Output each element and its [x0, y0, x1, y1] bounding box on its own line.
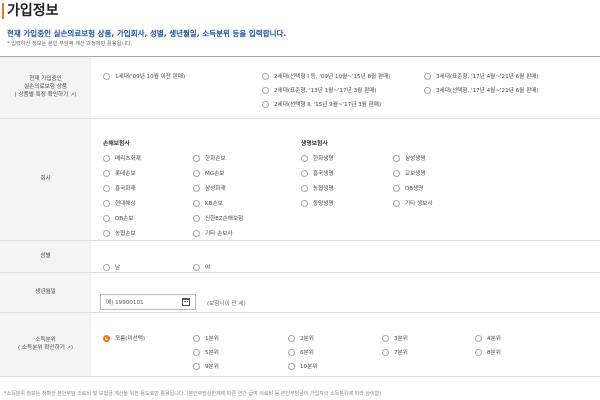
radio-company[interactable]: 메리츠화재 — [103, 154, 141, 162]
product-head-line1: 현재 가입중인 — [29, 76, 62, 83]
radio-income[interactable]: 10분위 — [288, 362, 317, 370]
title-accent-bar — [2, 3, 4, 19]
radio-company[interactable]: 기타 생보사 — [393, 199, 433, 207]
row-birth: 생년월일 — [0, 273, 600, 313]
page-subtitle: 현재 가입중인 실손의료보험 상품, 가입회사, 성별, 생년월일, 소득분위 … — [7, 29, 287, 38]
radio-product-1[interactable]: 1세대('09년 10월 이전 판매) — [103, 72, 185, 80]
radio-company[interactable]: KB손보 — [193, 199, 223, 207]
row-head-product: 현재 가입중인 실손의료보험 상품 ( 상품별 특징 확인하기 ↗) — [0, 57, 91, 118]
gender-head: 성별 — [40, 253, 51, 260]
radio-gender-male[interactable]: 남 — [103, 263, 120, 271]
radio-circle[interactable] — [103, 72, 110, 80]
radio-income-unknown[interactable]: 모름(미선택) — [103, 334, 145, 342]
bottom-note: *소득분위 정보는 정확한 본인부담 의료비 및 보험금 계산을 위한 용도로만… — [4, 391, 382, 397]
product-feature-link[interactable]: ( 상품별 특징 확인하기 ↗) — [14, 91, 76, 99]
radio-circle[interactable] — [262, 72, 269, 80]
radio-company[interactable]: 교보생명 — [393, 169, 426, 177]
radio-gender-female[interactable]: 여 — [193, 263, 210, 271]
birth-date-placeholder: 예) 19900101 — [106, 300, 144, 306]
radio-circle[interactable] — [262, 100, 269, 108]
radio-circle[interactable] — [424, 86, 431, 94]
insurance-age-text: (보험나이 만 세) — [207, 301, 246, 307]
life-insurer-title: 생명보험사 — [301, 141, 328, 147]
radio-company[interactable]: 신한EZ손해보험 — [193, 214, 243, 222]
radio-income[interactable]: 6분위 — [288, 348, 314, 356]
row-head-company: 회사 — [0, 119, 91, 240]
non-life-insurer-title: 손해보험사 — [103, 141, 130, 147]
birth-date-input[interactable]: 예) 19900101 — [100, 294, 196, 310]
income-check-link[interactable]: ( 소득분위 확인하기 ↗) — [18, 344, 73, 352]
radio-company[interactable]: 동양생명 — [301, 199, 334, 207]
radio-company[interactable]: 현대해상 — [103, 199, 136, 207]
radio-income[interactable]: 8분위 — [475, 348, 501, 356]
radio-company[interactable]: 흥국생명 — [301, 169, 334, 177]
radio-company[interactable]: 농협생명 — [301, 184, 334, 192]
product-head-line2: 실손의료보험 상품 — [24, 84, 67, 91]
radio-product-3[interactable]: 3세대(표준형, '17년 4월~'21년 6월 판매) — [424, 72, 539, 80]
row-company: 회사 — [0, 119, 600, 241]
calendar-icon[interactable] — [182, 298, 190, 306]
radio-income[interactable]: 5분위 — [193, 348, 219, 356]
row-gender: 성별 — [0, 241, 600, 273]
radio-income[interactable]: 7분위 — [382, 348, 408, 356]
radio-company[interactable]: 한화생명 — [301, 154, 334, 162]
income-head: 소득분위 — [35, 337, 56, 344]
radio-product-2[interactable]: 2세대(선택형 Ⅰ 등, '09년 10월~'15년 8월 판매) — [262, 72, 390, 80]
radio-income[interactable]: 4분위 — [475, 334, 501, 342]
radio-product-4[interactable]: 2세대(표준형, '13년 1월~'17년 3월 판매) — [262, 86, 377, 94]
radio-company[interactable]: 삼성생명 — [393, 154, 426, 162]
radio-company[interactable]: 삼성화재 — [193, 184, 226, 192]
radio-company[interactable]: 한화손보 — [193, 154, 226, 162]
birth-head: 생년월일 — [35, 289, 56, 296]
radio-company[interactable]: MG손보 — [193, 169, 224, 177]
radio-income[interactable]: 9분위 — [193, 362, 219, 370]
row-head-birth: 생년월일 — [0, 273, 91, 312]
radio-company[interactable]: 흥국화재 — [103, 184, 136, 192]
radio-circle[interactable] — [424, 72, 431, 80]
radio-company[interactable]: 기타 손보사 — [193, 229, 233, 237]
row-head-income: 소득분위 ( 소득분위 확인하기 ↗) — [0, 313, 91, 376]
top-note: * 입력하신 정보는 본인 부담액 계산 과정에만 활용됩니다. — [7, 41, 133, 47]
radio-company[interactable]: DB생명 — [393, 184, 423, 192]
radio-income[interactable]: 1분위 — [193, 334, 219, 342]
radio-product-5[interactable]: 3세대(선택형, '17년 4월~'21년 6월 판매) — [424, 86, 539, 94]
radio-company[interactable]: DB손보 — [103, 214, 133, 222]
radio-company[interactable]: 롯데손보 — [103, 169, 136, 177]
page-title: 가입정보 — [7, 3, 59, 19]
radio-company[interactable]: 농협손보 — [103, 229, 136, 237]
radio-income[interactable]: 2분위 — [288, 334, 314, 342]
company-head: 회사 — [40, 176, 51, 183]
radio-circle[interactable] — [262, 86, 269, 94]
radio-income[interactable]: 3분위 — [382, 334, 408, 342]
title-bar: 가입정보 — [0, 0, 600, 25]
row-head-gender: 성별 — [0, 241, 91, 272]
radio-circle-selected[interactable] — [103, 334, 110, 342]
radio-product-6[interactable]: 2세대(선택형 Ⅱ, '15년 9월~'17년 3월 판매) — [262, 100, 381, 108]
